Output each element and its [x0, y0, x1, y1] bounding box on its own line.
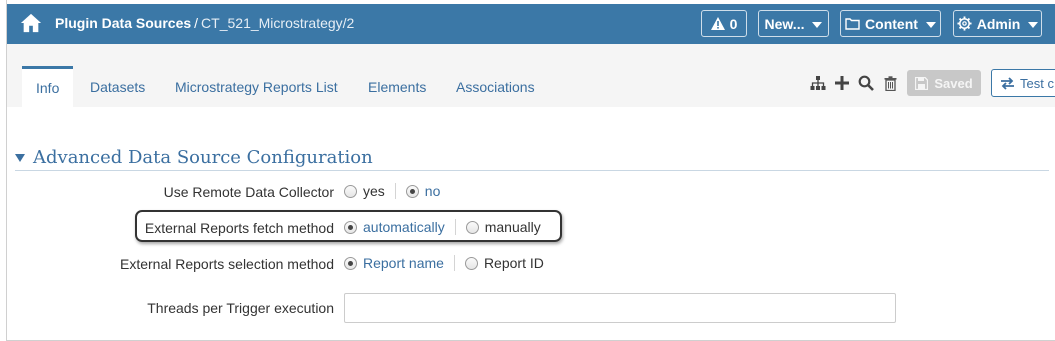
- content-menu-button[interactable]: Content: [840, 10, 941, 37]
- selection-method-report-name-label: Report name: [363, 255, 444, 271]
- hierarchy-icon[interactable]: [809, 74, 827, 92]
- tab-bar: Info Datasets Microstrategy Reports List…: [7, 44, 1055, 107]
- collapse-triangle-icon[interactable]: [15, 154, 25, 162]
- fetch-method-manually[interactable]: manually: [465, 219, 541, 235]
- caret-down-icon: [812, 21, 823, 28]
- remote-collector-yes[interactable]: yes: [344, 183, 385, 199]
- selection-method-options: Report name Report ID: [344, 255, 544, 271]
- remote-collector-no-label: no: [424, 183, 441, 199]
- section-title: Advanced Data Source Configuration: [33, 146, 373, 168]
- fetch-method-label: External Reports fetch method: [144, 220, 334, 236]
- trash-icon[interactable]: [881, 74, 899, 92]
- fetch-method-options: automatically manually: [344, 219, 541, 235]
- admin-menu-button[interactable]: Admin: [953, 10, 1042, 37]
- selection-method-report-id[interactable]: Report ID: [464, 255, 544, 271]
- radio-report-id[interactable]: [464, 256, 478, 270]
- remote-collector-yes-label: yes: [363, 183, 385, 199]
- radio-automatically[interactable]: [344, 220, 357, 234]
- remote-collector-no[interactable]: no: [405, 183, 441, 199]
- caret-down-icon: [1028, 21, 1039, 28]
- option-divider: [453, 255, 455, 271]
- option-divider: [454, 219, 456, 235]
- selection-method-row: External Reports selection method Report…: [7, 252, 1055, 276]
- admin-menu-label: Admin: [976, 15, 1021, 32]
- top-navbar: Plugin Data Sources / CT_521_Microstrategy…: [7, 4, 1055, 44]
- threads-label: Threads per Trigger execution: [147, 300, 334, 316]
- app-window: Plugin Data Sources / CT_521_Microstrategy…: [6, 0, 1055, 341]
- remote-collector-options: yes no: [344, 183, 440, 199]
- new-menu-label: New...: [764, 15, 805, 32]
- floppy-disk-icon: [915, 76, 929, 90]
- remote-collector-label: Use Remote Data Collector: [163, 184, 334, 200]
- gear-icon: [957, 16, 972, 31]
- selection-method-report-name[interactable]: Report name: [344, 255, 444, 271]
- breadcrumb-root[interactable]: Plugin Data Sources: [55, 15, 191, 31]
- folder-icon: [845, 18, 860, 30]
- alerts-count: 0: [729, 15, 738, 32]
- tab-elements[interactable]: Elements: [354, 66, 440, 107]
- saved-label: Saved: [934, 75, 973, 91]
- section-header[interactable]: Advanced Data Source Configuration: [15, 144, 1049, 171]
- radio-yes[interactable]: [344, 184, 357, 198]
- test-button[interactable]: Test c: [991, 69, 1055, 97]
- tab-microstrategy-reports-list[interactable]: Microstrategy Reports List: [161, 66, 352, 107]
- threads-input[interactable]: [344, 293, 896, 323]
- fetch-method-row: External Reports fetch method automatica…: [7, 216, 1055, 240]
- radio-report-name[interactable]: [344, 256, 357, 270]
- fetch-method-automatically[interactable]: automatically: [344, 219, 445, 235]
- test-label: Test c: [1020, 75, 1054, 91]
- radio-no[interactable]: [405, 184, 419, 198]
- alerts-button[interactable]: 0: [701, 10, 747, 37]
- breadcrumb: Plugin Data Sources / CT_521_Microstrategy…: [55, 15, 354, 31]
- search-icon[interactable]: [857, 74, 875, 92]
- fetch-method-automatically-label: automatically: [363, 219, 445, 235]
- saved-button[interactable]: Saved: [907, 70, 981, 96]
- radio-manually[interactable]: [465, 220, 479, 234]
- remote-collector-row: Use Remote Data Collector yes no: [7, 180, 1055, 204]
- exchange-icon: [1001, 76, 1014, 90]
- selection-method-label: External Reports selection method: [120, 256, 334, 272]
- new-menu-button[interactable]: New...: [758, 10, 829, 37]
- caret-down-icon: [925, 21, 936, 28]
- home-icon[interactable]: [20, 12, 42, 34]
- warning-icon: [710, 17, 725, 30]
- selection-method-report-id-label: Report ID: [483, 255, 544, 271]
- content-menu-label: Content: [865, 15, 918, 32]
- breadcrumb-current: CT_521_Microstrategy/2: [201, 15, 355, 31]
- tab-associations[interactable]: Associations: [442, 66, 549, 107]
- tab-info[interactable]: Info: [22, 66, 74, 107]
- tab-datasets[interactable]: Datasets: [76, 66, 159, 107]
- breadcrumb-separator: /: [194, 15, 199, 31]
- plus-icon[interactable]: [833, 74, 851, 92]
- option-divider: [394, 183, 396, 199]
- fetch-method-manually-label: manually: [484, 219, 541, 235]
